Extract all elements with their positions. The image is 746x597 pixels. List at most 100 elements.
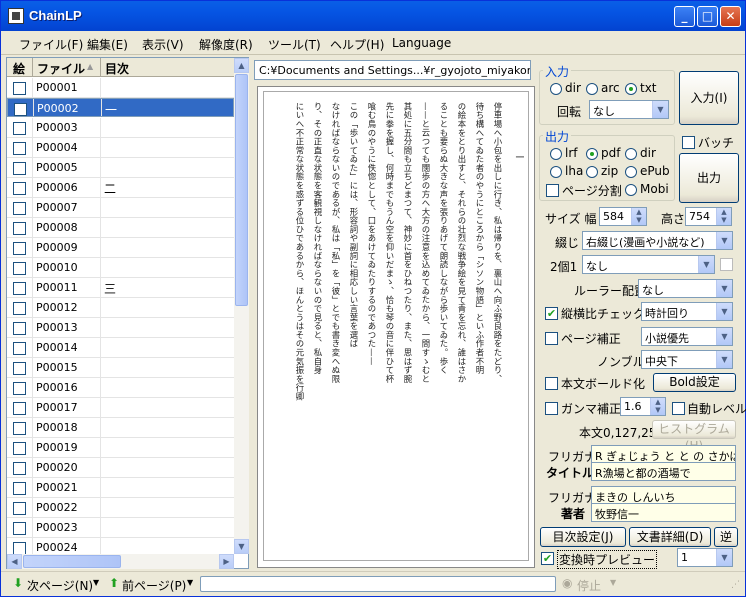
spinner-arrows-icon[interactable]: ▲ ▼ bbox=[650, 398, 665, 415]
auto-level-checkbox[interactable] bbox=[672, 402, 685, 415]
menu-help[interactable]: ヘルプ(H) bbox=[330, 36, 384, 53]
table-row[interactable]: P00007 bbox=[7, 198, 234, 218]
row-checkbox[interactable] bbox=[13, 182, 26, 195]
radio-output-lrf[interactable] bbox=[550, 148, 562, 160]
table-row[interactable]: P00008 bbox=[7, 218, 234, 238]
close-button[interactable]: ✕ bbox=[720, 6, 741, 27]
twoup-checkbox[interactable] bbox=[720, 258, 733, 271]
row-checkbox[interactable] bbox=[13, 362, 26, 375]
scroll-down-icon[interactable]: ▼ bbox=[234, 539, 249, 554]
menu-tools[interactable]: ツール(T) bbox=[268, 36, 321, 53]
table-row[interactable]: P00017 bbox=[7, 398, 234, 418]
row-checkbox[interactable] bbox=[13, 502, 26, 515]
row-checkbox[interactable] bbox=[13, 202, 26, 215]
row-checkbox[interactable] bbox=[13, 242, 26, 255]
table-row[interactable]: P00006 二 bbox=[7, 178, 234, 198]
table-row[interactable]: P00018 bbox=[7, 418, 234, 438]
prev-dropdown-icon[interactable]: ▼ bbox=[187, 578, 193, 587]
table-row[interactable]: P00009 bbox=[7, 238, 234, 258]
page-split-checkbox[interactable] bbox=[546, 184, 559, 197]
scroll-left-icon[interactable]: ◀ bbox=[7, 554, 22, 569]
file-path-field[interactable]: C:¥Documents and Settings...¥r_gyojoto_m… bbox=[254, 60, 531, 80]
table-row[interactable]: P00016 bbox=[7, 378, 234, 398]
menu-language[interactable]: Language bbox=[392, 36, 451, 50]
row-checkbox[interactable] bbox=[13, 522, 26, 535]
gamma-checkbox[interactable] bbox=[545, 402, 558, 415]
table-row[interactable]: P00012 bbox=[7, 298, 234, 318]
radio-output-epub[interactable] bbox=[625, 166, 637, 178]
table-row[interactable]: P00024 bbox=[7, 538, 234, 554]
radio-output-zip[interactable] bbox=[586, 166, 598, 178]
hscroll-thumb[interactable] bbox=[23, 555, 121, 568]
row-checkbox[interactable] bbox=[13, 442, 26, 455]
table-row[interactable]: P00004 bbox=[7, 138, 234, 158]
table-row[interactable]: P00002 一 bbox=[7, 98, 234, 117]
next-page-button[interactable]: 次ページ(N) bbox=[27, 577, 93, 594]
scroll-up-icon[interactable]: ▲ bbox=[234, 58, 249, 73]
row-checkbox[interactable] bbox=[13, 142, 26, 155]
table-row[interactable]: P00005 bbox=[7, 158, 234, 178]
row-checkbox[interactable] bbox=[13, 322, 26, 335]
row-checkbox[interactable] bbox=[13, 162, 26, 175]
page-correct-checkbox[interactable] bbox=[545, 332, 558, 345]
input-button[interactable]: 入力(I) bbox=[679, 71, 739, 125]
resize-grip-icon[interactable]: ⋰ bbox=[731, 580, 740, 590]
batch-checkbox[interactable] bbox=[682, 136, 695, 149]
radio-input-arc[interactable] bbox=[586, 83, 598, 95]
nombre-select[interactable]: 中央下 ▼ bbox=[641, 350, 733, 369]
gamma-spinner[interactable]: 1.6 ▲ ▼ bbox=[620, 397, 666, 416]
row-checkbox[interactable] bbox=[13, 222, 26, 235]
author-field[interactable]: 牧野信一 bbox=[591, 503, 736, 522]
stop-dropdown-icon[interactable]: ▼ bbox=[610, 578, 616, 587]
scroll-right-icon[interactable]: ▶ bbox=[219, 554, 234, 569]
table-row[interactable]: P00010 bbox=[7, 258, 234, 278]
table-row[interactable]: P00022 bbox=[7, 498, 234, 518]
minimize-button[interactable]: _ bbox=[674, 6, 695, 27]
reverse-button[interactable]: 逆 bbox=[714, 527, 738, 547]
table-row[interactable]: P00001 bbox=[7, 78, 234, 98]
row-checkbox[interactable] bbox=[13, 542, 26, 554]
row-checkbox[interactable] bbox=[13, 342, 26, 355]
histogram-button[interactable]: ヒストグラム(H) bbox=[652, 420, 736, 453]
row-checkbox[interactable] bbox=[13, 462, 26, 475]
vertical-scrollbar[interactable]: ▲ ▼ bbox=[234, 58, 249, 554]
bold-checkbox[interactable] bbox=[545, 377, 558, 390]
title-bar[interactable]: ChainLP _ □ ✕ bbox=[1, 1, 745, 31]
row-checkbox[interactable] bbox=[14, 103, 27, 116]
doc-details-button[interactable]: 文書詳細(D) bbox=[629, 527, 711, 547]
radio-input-dir[interactable] bbox=[550, 83, 562, 95]
row-checkbox[interactable] bbox=[13, 122, 26, 135]
radio-input-txt[interactable] bbox=[625, 83, 637, 95]
row-checkbox[interactable] bbox=[13, 422, 26, 435]
table-row[interactable]: P00011 三 bbox=[7, 278, 234, 298]
convert-preview-select[interactable]: 1 ▼ bbox=[677, 548, 733, 567]
spinner-arrows-icon[interactable]: ▲ ▼ bbox=[716, 208, 731, 225]
row-checkbox[interactable] bbox=[13, 482, 26, 495]
menu-view[interactable]: 表示(V) bbox=[142, 36, 184, 53]
row-checkbox[interactable] bbox=[13, 262, 26, 275]
row-checkbox[interactable] bbox=[13, 402, 26, 415]
aspect-check-checkbox[interactable]: ✔ bbox=[545, 307, 558, 320]
width-spinner[interactable]: 584 ▲ ▼ bbox=[599, 207, 647, 226]
page-correct-select[interactable]: 小説優先 ▼ bbox=[641, 327, 733, 346]
bold-settings-button[interactable]: Bold設定 bbox=[653, 373, 736, 392]
height-spinner[interactable]: 754 ▲ ▼ bbox=[685, 207, 732, 226]
menu-file[interactable]: ファイル(F) bbox=[19, 36, 83, 53]
row-checkbox[interactable] bbox=[13, 382, 26, 395]
ruler-select[interactable]: なし ▼ bbox=[638, 279, 733, 298]
next-dropdown-icon[interactable]: ▼ bbox=[93, 578, 99, 587]
toc-settings-button[interactable]: 目次設定(J) bbox=[540, 527, 626, 547]
menu-edit[interactable]: 編集(E) bbox=[87, 36, 128, 53]
row-checkbox[interactable] bbox=[13, 282, 26, 295]
binding-select[interactable]: 右綴じ(漫画や小説など) ▼ bbox=[582, 231, 733, 250]
radio-output-mobi[interactable] bbox=[625, 184, 637, 196]
aspect-select[interactable]: 時計回り ▼ bbox=[641, 302, 733, 321]
convert-preview-checkbox[interactable]: ✔ bbox=[541, 552, 554, 565]
table-row[interactable]: P00020 bbox=[7, 458, 234, 478]
table-row[interactable]: P00019 bbox=[7, 438, 234, 458]
maximize-button[interactable]: □ bbox=[697, 6, 718, 27]
table-row[interactable]: P00023 bbox=[7, 518, 234, 538]
scroll-thumb[interactable] bbox=[235, 74, 248, 306]
table-row[interactable]: P00003 bbox=[7, 118, 234, 138]
rotate-select[interactable]: なし ▼ bbox=[589, 100, 669, 119]
